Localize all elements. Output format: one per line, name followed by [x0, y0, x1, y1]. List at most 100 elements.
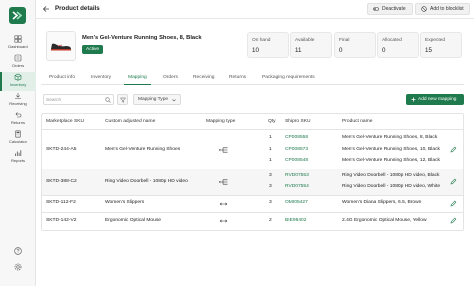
- stat-value: 15: [425, 47, 432, 54]
- product-name: Men's Gel-Venture Running Shoes, 12, Bla…: [342, 158, 440, 163]
- status-badge: Active: [82, 45, 104, 54]
- gear-icon: [14, 263, 22, 271]
- stat-expected: Expected 15: [420, 32, 462, 58]
- stat-value: 11: [295, 47, 302, 54]
- search-box[interactable]: [43, 94, 114, 105]
- stat-value: 0: [339, 47, 343, 54]
- app-logo[interactable]: [9, 7, 26, 24]
- inventory-icon: [14, 73, 22, 81]
- stat-label: Available: [295, 38, 315, 43]
- plus-icon: [411, 97, 416, 102]
- custom-adjusted-name: Men's Gel-Venture Running Shoes: [105, 146, 181, 152]
- sidebar-item-returns[interactable]: Returns: [0, 110, 36, 129]
- custom-adjusted-name: Ring Video Doorbell - 1080p HD video: [105, 178, 188, 184]
- one-to-many-mapping-icon: [219, 179, 228, 185]
- product-name: Ring Video Doorbell - 1080p HD video, Bl…: [342, 172, 440, 178]
- shipro-sku-link[interactable]: RVD07554: [285, 184, 309, 189]
- page-title: Product details: [55, 5, 100, 12]
- help-button[interactable]: [0, 247, 36, 255]
- edit-pencil-icon[interactable]: [450, 146, 457, 153]
- product-image: [46, 31, 76, 61]
- filter-button[interactable]: [117, 94, 128, 105]
- tab-returns[interactable]: Returns: [229, 75, 246, 85]
- shipro-sku-link[interactable]: RVD07553: [285, 173, 309, 178]
- sidebar-item-reports[interactable]: Reports: [0, 148, 36, 167]
- product-name: Men's Gel-Venture Running Shoes, 10, Bla…: [342, 146, 440, 152]
- qty: 1: [269, 146, 272, 152]
- tab-packaging-requirements[interactable]: Packaging requirements: [262, 75, 315, 85]
- tab-orders[interactable]: Orders: [163, 75, 178, 85]
- tab-product-info[interactable]: Product info: [49, 75, 75, 85]
- sidebar-item-label: Inventory: [9, 82, 27, 87]
- one-to-one-mapping-icon: [219, 219, 228, 223]
- product-name: Women's Diana Slippers, 6.5, Brown: [342, 200, 422, 206]
- stat-label: Final: [339, 38, 350, 43]
- qty: 3: [269, 172, 272, 178]
- reports-icon: [15, 150, 22, 156]
- shipro-sku-link[interactable]: CP008573: [285, 147, 308, 152]
- mapping-type-select[interactable]: Mapping Type: [133, 94, 181, 105]
- column-header-mapping-type: Mapping type: [206, 119, 236, 124]
- marketplace-sku: SKTD-244-A5: [46, 146, 77, 152]
- sidebar-item-label: Calculator: [8, 139, 27, 144]
- tab-bar: Product info Inventory Mapping Orders Receiv…: [41, 73, 464, 85]
- column-header-qty: Qty: [268, 119, 276, 124]
- stat-label: Allocated: [382, 38, 402, 43]
- add-new-mapping-button[interactable]: Add new mapping: [406, 94, 464, 105]
- sidebar-item-label: Reports: [10, 158, 25, 163]
- shipro-sku-link[interactable]: CP008548: [285, 158, 308, 163]
- column-header-product-name: Product name: [342, 119, 373, 124]
- qty: 3: [269, 200, 272, 206]
- product-name: Men's Gel-Venture Running Shoes, 8, Blac…: [82, 35, 202, 41]
- tab-inventory[interactable]: Inventory: [91, 75, 111, 85]
- edit-pencil-icon[interactable]: [450, 217, 457, 224]
- qty: 1: [269, 135, 272, 140]
- product-name: Ring Video Doorbell - 1080p HD video, Wh…: [342, 184, 441, 189]
- sidebar-item-orders[interactable]: Orders: [0, 53, 36, 72]
- sidebar-item-receiving[interactable]: Receiving: [0, 91, 36, 110]
- receiving-icon: [15, 93, 21, 99]
- one-to-one-mapping-icon: [219, 202, 228, 206]
- edit-pencil-icon[interactable]: [450, 178, 457, 185]
- edit-pencil-icon[interactable]: [450, 200, 457, 207]
- filter-icon: [119, 97, 126, 103]
- search-input[interactable]: [46, 96, 101, 104]
- custom-adjusted-name: Women's Slippers: [105, 200, 145, 206]
- custom-adjusted-name: Ergonomic Optical Mouse: [105, 217, 161, 223]
- stat-label: Expected: [425, 38, 446, 43]
- stat-allocated: Allocated 0: [377, 32, 419, 58]
- row-divider: [42, 194, 463, 196]
- sidebar-item-dashboard[interactable]: Dashboard: [0, 34, 36, 53]
- back-arrow-icon[interactable]: [42, 5, 50, 13]
- sidebar-item-calculator[interactable]: Calculator: [0, 129, 36, 148]
- one-to-many-mapping-icon: [219, 147, 228, 153]
- settings-button[interactable]: [0, 263, 36, 271]
- column-header-marketplace-sku: Marketplace SKU: [46, 119, 85, 124]
- stat-final: Final 0: [334, 32, 376, 58]
- sidebar-item-label: Orders: [11, 63, 25, 68]
- shipro-sku-link[interactable]: CP008558: [285, 135, 308, 140]
- deactivate-label: Deactivate: [382, 6, 406, 12]
- tab-mapping[interactable]: Mapping: [124, 75, 151, 85]
- product-name: Men's Gel-Venture Running Shoes, 8, Blac…: [342, 135, 438, 140]
- qty: 3: [269, 184, 272, 189]
- shipro-sku-link[interactable]: BIE98402: [285, 218, 306, 223]
- add-to-blocklist-button[interactable]: Add to blocklist: [415, 3, 470, 15]
- mapping-type-label: Mapping Type: [138, 97, 169, 102]
- help-icon: [14, 247, 22, 255]
- top-bar: Product details Deactivate Add to blockl…: [36, 0, 474, 19]
- sidebar-item-inventory[interactable]: Inventory: [0, 72, 36, 91]
- sidebar-item-label: Receiving: [9, 101, 27, 106]
- chevron-down-icon: [172, 99, 176, 102]
- tab-receiving[interactable]: Receiving: [193, 75, 214, 85]
- qty: 1: [269, 158, 272, 163]
- logo-mark-icon: [12, 11, 23, 20]
- shoe-image: [51, 43, 71, 51]
- mapping-table: Marketplace SKU Custom adjusted name Mappi…: [41, 113, 464, 231]
- marketplace-sku: SKTD-142-V2: [46, 217, 77, 223]
- shipro-sku-link[interactable]: OMI05427: [285, 200, 308, 205]
- column-header-custom-adjusted-name: Custom adjusted name: [105, 119, 156, 124]
- deactivate-button[interactable]: Deactivate: [367, 3, 413, 15]
- column-header-shipro-sku: Shipro SKU: [285, 119, 311, 124]
- dashboard-icon: [14, 35, 22, 43]
